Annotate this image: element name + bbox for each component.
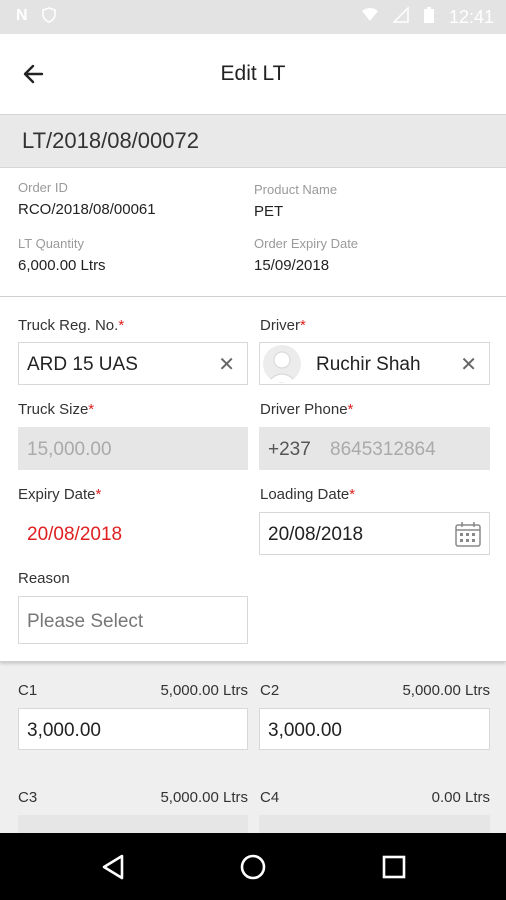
order-expiry-label: Order Expiry Date [254, 236, 359, 251]
product-name-label: Product Name [254, 182, 338, 197]
truck-reg-value: ARD 15 UAS [27, 354, 138, 375]
lt-quantity-value: 6,000.00 Ltrs [18, 257, 106, 274]
reason-label: Reason [18, 570, 70, 587]
truck-reg-label: Truck Reg. No.* [18, 317, 124, 334]
square-recent-icon[interactable] [378, 851, 410, 883]
truck-size-value: 15,000.00 [27, 439, 112, 460]
signal-icon [392, 6, 409, 28]
avatar [263, 345, 301, 383]
compartment-c3-capacity: 5,000.00 Ltrs [160, 789, 248, 806]
required-mark: * [349, 486, 356, 503]
compartment-c1-value: 3,000.00 [27, 720, 101, 741]
loading-date-value: 20/08/2018 [268, 524, 364, 545]
loading-date-label-text: Loading Date [260, 486, 350, 503]
truck-reg-label-text: Truck Reg. No. [18, 317, 119, 334]
product-name-cell: Product Name PET [254, 182, 337, 220]
compartment-c1-input[interactable]: 3,000.00 [18, 708, 248, 750]
app-bar: Edit LT [0, 34, 506, 114]
status-bar: N 12:41 [0, 0, 506, 34]
calendar-icon[interactable] [455, 521, 481, 553]
order-id-value: RCO/2018/08/00061 [18, 201, 156, 218]
compartment-c3-label: C3 [18, 789, 38, 806]
circle-home-icon[interactable] [237, 851, 269, 883]
required-mark: * [118, 317, 125, 334]
driver-phone-value: 8645312864 [330, 439, 436, 460]
lt-quantity-cell: LT Quantity 6,000.00 Ltrs [18, 236, 106, 274]
expiry-date-label: Expiry Date* [18, 486, 101, 503]
compartment-c1-label: C1 [18, 682, 38, 699]
truck-size-label-text: Truck Size [18, 401, 89, 418]
lt-number-header: LT/2018/08/00072 [0, 114, 506, 168]
compartment-c2-value: 3,000.00 [268, 720, 342, 741]
reason-placeholder: Please Select [27, 611, 144, 632]
lt-quantity-label: LT Quantity [18, 236, 84, 251]
lt-number: LT/2018/08/00072 [22, 128, 199, 153]
system-nav-bar [0, 833, 506, 900]
loading-date-label: Loading Date* [260, 486, 355, 503]
required-mark: * [95, 486, 102, 503]
compartment-c2-input[interactable]: 3,000.00 [259, 708, 490, 750]
compartment-c1-capacity: 5,000.00 Ltrs [160, 682, 248, 699]
battery-icon [423, 6, 435, 29]
page-title: Edit LT [220, 62, 286, 85]
close-icon[interactable]: ✕ [460, 352, 477, 377]
reason-select[interactable]: Please Select [18, 596, 248, 644]
compartment-c4-label: C4 [260, 789, 280, 806]
truck-size-input: 15,000.00 [18, 427, 248, 470]
triangle-back-icon[interactable] [98, 851, 130, 883]
shield-icon [41, 7, 56, 28]
product-name-value: PET [254, 203, 284, 220]
truck-size-label: Truck Size* [18, 401, 94, 418]
clock: 12:41 [448, 7, 494, 27]
required-mark: * [347, 401, 354, 418]
driver-phone-label: Driver Phone* [260, 401, 353, 418]
driver-phone-code: +237 [268, 439, 311, 460]
driver-label: Driver* [260, 317, 306, 334]
compartment-c2-capacity: 5,000.00 Ltrs [402, 682, 490, 699]
wifi-icon [361, 7, 379, 28]
loading-date-input[interactable]: 20/08/2018 [259, 512, 490, 555]
order-info: Order ID RCO/2018/08/00061 Product Name … [0, 168, 506, 296]
driver-value: Ruchir Shah [316, 354, 421, 375]
expiry-date-label-text: Expiry Date [18, 486, 96, 503]
order-expiry-cell: Order Expiry Date 15/09/2018 [254, 236, 358, 274]
close-icon[interactable]: ✕ [218, 352, 235, 377]
driver-label-text: Driver [260, 317, 300, 334]
compartment-c2-label: C2 [260, 682, 280, 699]
edit-form-card: Truck Reg. No.* ARD 15 UAS ✕ Driver* Ruc… [0, 296, 506, 662]
driver-phone-label-text: Driver Phone [260, 401, 348, 418]
expiry-date-field: 20/08/2018 [18, 512, 248, 555]
compartment-c4-capacity: 0.00 Ltrs [431, 789, 490, 806]
required-mark: * [88, 401, 95, 418]
expiry-date-value: 20/08/2018 [27, 524, 123, 545]
driver-phone-input: +237 8645312864 [259, 427, 490, 470]
order-expiry-value: 15/09/2018 [254, 257, 330, 274]
truck-reg-input[interactable]: ARD 15 UAS ✕ [18, 342, 248, 385]
required-mark: * [300, 317, 306, 334]
notification-n-icon: N [16, 7, 28, 24]
order-id-label: Order ID [18, 180, 68, 195]
driver-select[interactable]: Ruchir Shah ✕ [259, 342, 490, 385]
order-id-cell: Order ID RCO/2018/08/00061 [18, 180, 156, 218]
